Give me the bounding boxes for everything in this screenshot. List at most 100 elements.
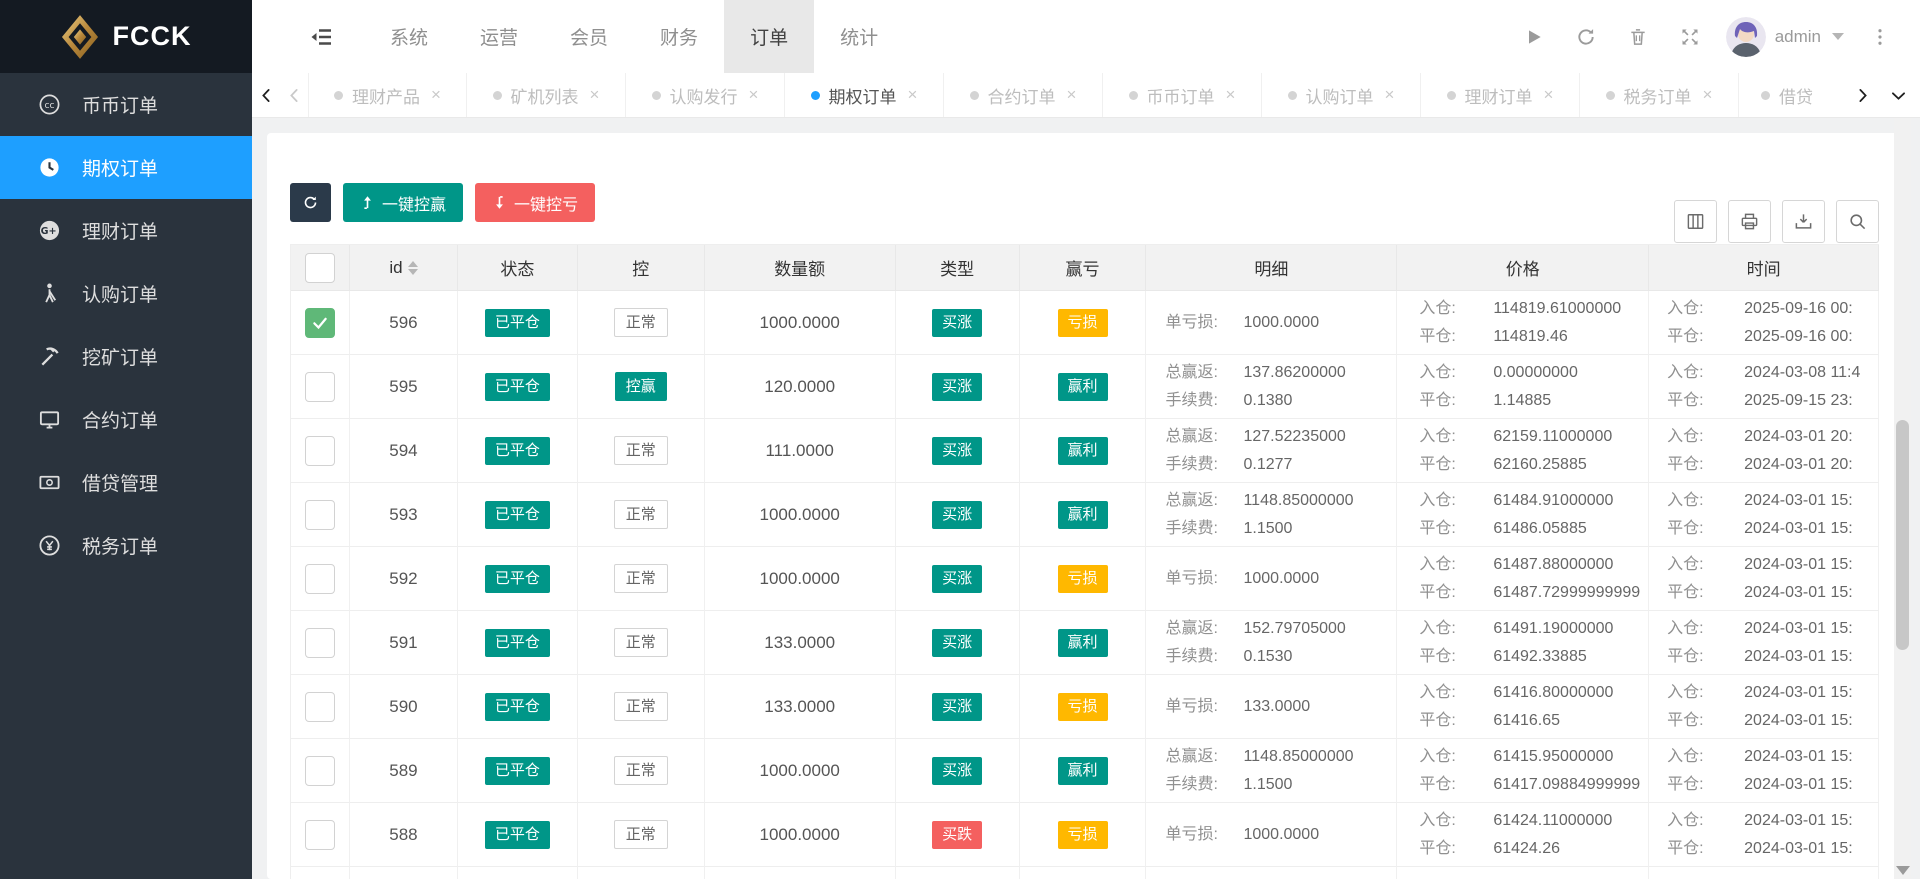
tab-close-icon[interactable]: ×	[749, 85, 759, 105]
tab-8[interactable]: 税务订单×	[1580, 73, 1739, 117]
menu-fold-icon[interactable]	[300, 0, 344, 73]
ctl-normal-button[interactable]: 正常	[614, 500, 668, 529]
col-time: 时间	[1747, 255, 1781, 280]
tab-close-icon[interactable]: ×	[1703, 85, 1713, 105]
tabs-menu-icon[interactable]	[1876, 73, 1920, 117]
ctl-win-button[interactable]: 控赢	[615, 372, 667, 401]
sort-icon[interactable]	[408, 261, 418, 275]
username[interactable]: admin	[1775, 27, 1821, 47]
sidebar-item-6[interactable]: 借贷管理	[0, 451, 252, 514]
vertical-scrollbar[interactable]	[1894, 118, 1911, 879]
pl-badge: 赢利	[1058, 373, 1108, 401]
detail-value: 133.0000	[1243, 695, 1310, 719]
ctl-normal-button[interactable]: 正常	[614, 564, 668, 593]
export-icon[interactable]	[1782, 200, 1825, 243]
tab-5[interactable]: 币币订单×	[1103, 73, 1262, 117]
ctl-normal-button[interactable]: 正常	[614, 628, 668, 657]
refresh-table-button[interactable]	[290, 183, 331, 222]
tab-1[interactable]: 矿机列表×	[467, 73, 626, 117]
nav-item-3[interactable]: 财务	[634, 0, 724, 73]
tab-4[interactable]: 合约订单×	[944, 73, 1103, 117]
tabs-scroll-left-icon[interactable]	[252, 73, 280, 117]
play-icon[interactable]	[1508, 0, 1560, 73]
tabs-scroll-right-icon[interactable]	[1848, 73, 1876, 117]
detail-value: 2025-09-16 00:	[1744, 297, 1853, 321]
nav-item-4[interactable]: 订单	[724, 0, 814, 73]
detail-value: 61417.09884999999	[1493, 773, 1640, 797]
ctl-normal-button[interactable]: 正常	[614, 692, 668, 721]
scrollbar-thumb[interactable]	[1896, 420, 1909, 650]
fullscreen-icon[interactable]	[1664, 0, 1716, 73]
refresh-icon[interactable]	[1560, 0, 1612, 73]
search-icon[interactable]	[1836, 200, 1879, 243]
sidebar-item-5[interactable]: 合约订单	[0, 388, 252, 451]
printer-icon[interactable]	[1728, 200, 1771, 243]
nav-item-1[interactable]: 运营	[454, 0, 544, 73]
detail-value: 114819.46	[1493, 325, 1567, 349]
more-icon[interactable]	[1854, 0, 1906, 73]
detail-label: 平仓:	[1667, 389, 1744, 413]
nav-item-2[interactable]: 会员	[544, 0, 634, 73]
table-row: 596已平仓正常1000.0000买涨亏损单亏损:1000.0000入仓:114…	[291, 291, 1879, 355]
sidebar-item-4[interactable]: 挖矿订单	[0, 325, 252, 388]
tab-0[interactable]: 理财产品×	[308, 73, 467, 117]
nav-item-0[interactable]: 系统	[364, 0, 454, 73]
tab-close-icon[interactable]: ×	[1067, 85, 1077, 105]
detail-value: 2024-03-01 15:	[1744, 837, 1853, 861]
tab-close-icon[interactable]: ×	[908, 85, 918, 105]
detail-label: 单亏损:	[1165, 567, 1243, 591]
select-all-checkbox[interactable]	[305, 253, 335, 283]
user-menu[interactable]: admin	[1716, 17, 1854, 57]
trash-icon[interactable]	[1612, 0, 1664, 73]
table-row: 595已平仓控赢120.0000买涨赢利总赢返:137.86200000手续费:…	[291, 355, 1879, 419]
tab-9[interactable]: 借贷	[1739, 73, 1823, 117]
row-checkbox[interactable]	[305, 820, 335, 850]
tab-2[interactable]: 认购发行×	[626, 73, 785, 117]
detail-value: 61424.11000000	[1493, 809, 1612, 833]
status-badge: 已平仓	[485, 565, 550, 593]
tab-close-icon[interactable]: ×	[431, 85, 441, 105]
avatar[interactable]	[1726, 17, 1766, 57]
ctl-normal-button[interactable]: 正常	[614, 820, 668, 849]
sidebar-item-2[interactable]: G+理财订单	[0, 199, 252, 262]
tab-3[interactable]: 期权订单×	[785, 73, 944, 117]
cell-pl: 亏损	[1020, 547, 1147, 611]
pl-badge: 赢利	[1058, 757, 1108, 785]
row-checkbox[interactable]	[305, 564, 335, 594]
row-checkbox[interactable]	[305, 372, 335, 402]
scrollbar-down-arrow[interactable]	[1896, 866, 1910, 875]
ctl-normal-button[interactable]: 正常	[614, 308, 668, 337]
row-checkbox[interactable]	[305, 692, 335, 722]
detail-label: 平仓:	[1419, 645, 1493, 669]
cell-ctl	[578, 867, 705, 879]
ctl-normal-button[interactable]: 正常	[614, 436, 668, 465]
detail-label: 平仓:	[1667, 581, 1744, 605]
tab-7[interactable]: 理财订单×	[1421, 73, 1580, 117]
svg-text:cc: cc	[45, 101, 55, 111]
cell-status: 已平仓	[458, 867, 578, 879]
row-checkbox[interactable]	[305, 500, 335, 530]
tab-close-icon[interactable]: ×	[1385, 85, 1395, 105]
row-checkbox[interactable]	[305, 308, 335, 338]
tab-close-icon[interactable]: ×	[1226, 85, 1236, 105]
force-win-button[interactable]: 一键控赢	[343, 183, 463, 222]
detail-label: 平仓:	[1419, 517, 1493, 541]
sidebar-item-0[interactable]: cc币币订单	[0, 73, 252, 136]
sidebar-item-3[interactable]: 认购订单	[0, 262, 252, 325]
nav-item-5[interactable]: 统计	[814, 0, 904, 73]
row-checkbox[interactable]	[305, 756, 335, 786]
row-checkbox[interactable]	[305, 628, 335, 658]
row-checkbox[interactable]	[305, 436, 335, 466]
tab-dot	[1761, 91, 1770, 100]
sidebar-item-1[interactable]: 期权订单	[0, 136, 252, 199]
grid-icon[interactable]	[1674, 200, 1717, 243]
tab-dot	[970, 91, 979, 100]
force-lose-button[interactable]: 一键控亏	[475, 183, 595, 222]
sidebar-item-7[interactable]: 税务订单	[0, 514, 252, 577]
cell-checkbox	[291, 675, 350, 739]
tab-close-icon[interactable]: ×	[590, 85, 600, 105]
tab-close-icon[interactable]: ×	[1544, 85, 1554, 105]
tab-6[interactable]: 认购订单×	[1262, 73, 1421, 117]
ctl-normal-button[interactable]: 正常	[614, 756, 668, 785]
tabs-scroll-left2-icon[interactable]	[280, 73, 308, 117]
